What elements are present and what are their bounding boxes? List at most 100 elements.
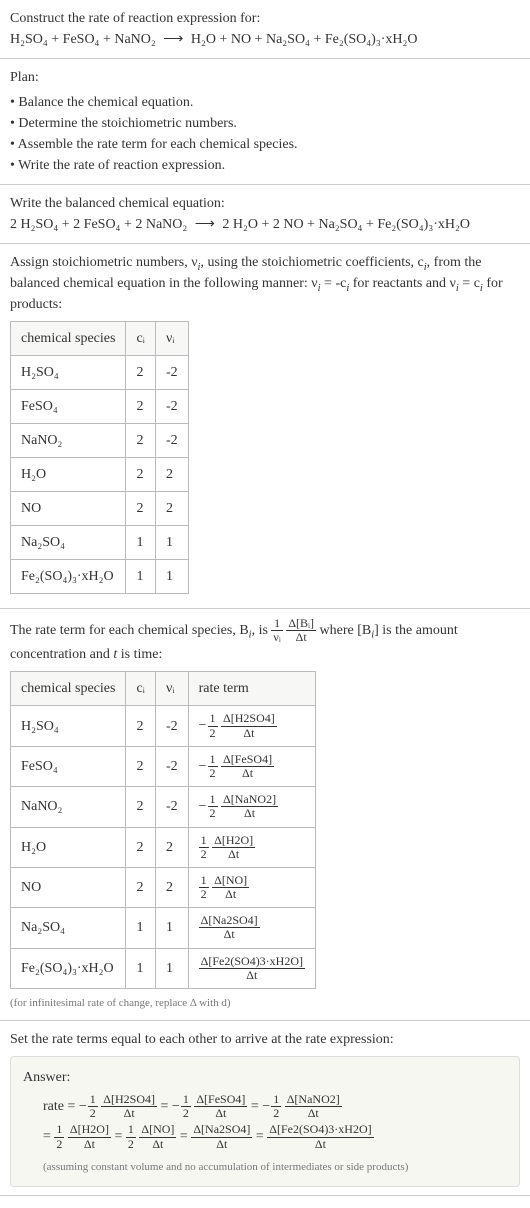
coef-frac: 12 bbox=[208, 753, 218, 780]
text: , using the stoichiometric coefficients,… bbox=[200, 255, 423, 270]
minus-sign: − bbox=[199, 759, 207, 774]
minus-sign: − bbox=[199, 718, 207, 733]
col-species: chemical species bbox=[11, 672, 126, 706]
rate-label: rate bbox=[43, 1099, 64, 1114]
plan-item: Determine the stoichiometric numbers. bbox=[10, 113, 520, 134]
col-c: cᵢ bbox=[126, 672, 156, 706]
den: Δt bbox=[286, 631, 316, 644]
text: where [B bbox=[320, 623, 372, 638]
cell-c: 1 bbox=[126, 526, 156, 560]
text: = -c bbox=[321, 276, 347, 291]
cell-v: -2 bbox=[155, 356, 188, 390]
cell-rate: Δ[Na2SO4]Δt bbox=[188, 908, 315, 948]
text: , is bbox=[252, 623, 272, 638]
cell-c: 2 bbox=[126, 458, 156, 492]
cell-c: 2 bbox=[126, 867, 156, 907]
answer-line1: rate = −12 Δ[H2SO4]Δt = −12 Δ[FeSO4]Δt =… bbox=[43, 1092, 507, 1123]
intro-rhs: H₂O + NO + Na₂SO₄ + Fe₂(SO₄)₃·xH₂O bbox=[191, 32, 418, 47]
cell-species: NO bbox=[11, 492, 126, 526]
intro-prompt: Construct the rate of reaction expressio… bbox=[10, 8, 520, 29]
cell-rate: −12 Δ[FeSO4]Δt bbox=[188, 746, 315, 786]
text: The rate term for each chemical species,… bbox=[10, 623, 249, 638]
delta-frac: Δ[H2O]Δt bbox=[212, 834, 255, 861]
table-row: Na₂SO₄ 1 1 bbox=[11, 526, 189, 560]
minus-sign: − bbox=[262, 1099, 270, 1114]
cell-species: NaNO₂ bbox=[11, 424, 126, 458]
answer-line2: = 12 Δ[H2O]Δt = 12 Δ[NO]Δt = Δ[Na2SO4]Δt… bbox=[43, 1122, 507, 1153]
table-header-row: chemical species cᵢ νᵢ bbox=[11, 322, 189, 356]
delta-frac: Δ[Na2SO4]Δt bbox=[199, 914, 260, 941]
plan-item: Write the rate of reaction expression. bbox=[10, 155, 520, 176]
coef-frac: 12 bbox=[126, 1123, 136, 1150]
cell-species: Fe₂(SO₄)₃·xH₂O bbox=[11, 948, 126, 988]
final-section: Set the rate terms equal to each other t… bbox=[0, 1021, 530, 1196]
balanced-rhs: 2 H₂O + 2 NO + Na₂SO₄ + Fe₂(SO₄)₃·xH₂O bbox=[222, 217, 470, 232]
table-row: Na₂SO₄ 1 1 Δ[Na2SO4]Δt bbox=[11, 908, 316, 948]
delta-frac: Δ[NO]Δt bbox=[212, 874, 249, 901]
plan-item: Balance the chemical equation. bbox=[10, 92, 520, 113]
coef-frac: 12 bbox=[199, 874, 209, 901]
cell-species: FeSO₄ bbox=[11, 390, 126, 424]
cell-rate: 12 Δ[NO]Δt bbox=[188, 867, 315, 907]
arrow-icon: ⟶ bbox=[163, 29, 183, 50]
delta-frac: Δ[FeSO4]Δt bbox=[194, 1093, 247, 1120]
den: νᵢ bbox=[271, 631, 282, 644]
minus-sign: − bbox=[199, 799, 207, 814]
intro-section: Construct the rate of reaction expressio… bbox=[0, 0, 530, 59]
cell-c: 2 bbox=[126, 356, 156, 390]
cell-v: -2 bbox=[155, 787, 188, 827]
table-row: NO 2 2 bbox=[11, 492, 189, 526]
cell-rate: Δ[Fe2(SO4)3·xH2O]Δt bbox=[188, 948, 315, 988]
frac: Δ[Bᵢ] Δt bbox=[286, 617, 316, 644]
cell-c: 2 bbox=[126, 746, 156, 786]
cell-v: 2 bbox=[155, 492, 188, 526]
minus-sign: − bbox=[172, 1099, 180, 1114]
table-footnote: (for infinitesimal rate of change, repla… bbox=[10, 995, 520, 1012]
cell-species: H₂O bbox=[11, 458, 126, 492]
delta-frac: Δ[NaNO2]Δt bbox=[285, 1093, 342, 1120]
coef-frac: 12 bbox=[208, 793, 218, 820]
frac: 1 νᵢ bbox=[271, 617, 282, 644]
cell-v: -2 bbox=[155, 424, 188, 458]
cell-c: 2 bbox=[126, 390, 156, 424]
answer-box: Answer: rate = −12 Δ[H2SO4]Δt = −12 Δ[Fe… bbox=[10, 1056, 520, 1187]
final-heading: Set the rate terms equal to each other t… bbox=[10, 1029, 520, 1050]
table-row: FeSO₄ 2 -2 bbox=[11, 390, 189, 424]
table-row: NaNO₂ 2 -2 bbox=[11, 424, 189, 458]
cell-v: 1 bbox=[155, 908, 188, 948]
intro-lhs: H₂SO₄ + FeSO₄ + NaNO₂ bbox=[10, 32, 156, 47]
cell-v: 1 bbox=[155, 560, 188, 594]
intro-equation: H₂SO₄ + FeSO₄ + NaNO₂ ⟶ H₂O + NO + Na₂SO… bbox=[10, 29, 520, 50]
stoich-table: chemical species cᵢ νᵢ H₂SO₄ 2 -2FeSO₄ 2… bbox=[10, 321, 189, 594]
table-row: NaNO₂ 2 -2 −12 Δ[NaNO2]Δt bbox=[11, 787, 316, 827]
table-row: Fe₂(SO₄)₃·xH₂O 1 1 bbox=[11, 560, 189, 594]
cell-species: Na₂SO₄ bbox=[11, 908, 126, 948]
delta-frac: Δ[Fe2(SO4)3·xH2O]Δt bbox=[199, 955, 305, 982]
coef-frac: 12 bbox=[199, 834, 209, 861]
rateterm-text: The rate term for each chemical species,… bbox=[10, 617, 520, 665]
text: is time: bbox=[117, 647, 162, 662]
coef-frac: 12 bbox=[181, 1093, 191, 1120]
table-row: H₂SO₄ 2 -2 −12 Δ[H2SO4]Δt bbox=[11, 706, 316, 746]
cell-v: 2 bbox=[155, 867, 188, 907]
delta-frac: Δ[H2O]Δt bbox=[68, 1123, 111, 1150]
cell-species: H₂O bbox=[11, 827, 126, 867]
cell-species: NO bbox=[11, 867, 126, 907]
col-species: chemical species bbox=[11, 322, 126, 356]
table-row: H₂O 2 2 bbox=[11, 458, 189, 492]
col-c: cᵢ bbox=[126, 322, 156, 356]
plan-item: Assemble the rate term for each chemical… bbox=[10, 134, 520, 155]
cell-v: -2 bbox=[155, 706, 188, 746]
col-v: νᵢ bbox=[155, 672, 188, 706]
cell-species: FeSO₄ bbox=[11, 746, 126, 786]
cell-v: -2 bbox=[155, 746, 188, 786]
coef-frac: 12 bbox=[271, 1093, 281, 1120]
delta-frac: Δ[NO]Δt bbox=[139, 1123, 176, 1150]
cell-species: Fe₂(SO₄)₃·xH₂O bbox=[11, 560, 126, 594]
answer-label: Answer: bbox=[23, 1067, 507, 1088]
coef-frac: 12 bbox=[54, 1123, 64, 1150]
cell-v: 1 bbox=[155, 526, 188, 560]
assign-text: Assign stoichiometric numbers, νi, using… bbox=[10, 252, 520, 315]
table-row: NO 2 2 12 Δ[NO]Δt bbox=[11, 867, 316, 907]
cell-v: 2 bbox=[155, 458, 188, 492]
